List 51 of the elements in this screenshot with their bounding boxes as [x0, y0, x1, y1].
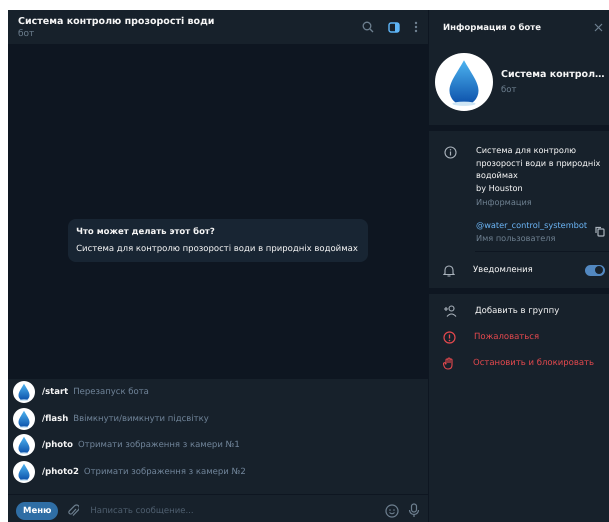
chat-subtitle: бот [18, 28, 36, 38]
add-user-icon [443, 305, 457, 317]
more-icon[interactable] [414, 21, 418, 33]
action-label: Пожаловаться [474, 332, 540, 342]
intro-heading: Что может делать этот бот? [76, 226, 216, 236]
command-description: Ввімкнути/вимкнути підсвітку [73, 414, 209, 424]
command-item[interactable]: /flash Ввімкнути/вимкнути підсвітку [13, 406, 423, 432]
command-name: /flash [42, 414, 68, 424]
username-label: Имя пользователя [476, 233, 556, 243]
panel-title: Информация о боте [443, 22, 541, 32]
close-icon[interactable] [594, 23, 603, 32]
notifications-label: Уведомления [473, 265, 534, 275]
command-item[interactable]: /photo2 Отримати зображення з камери №2 [13, 458, 423, 485]
message-input[interactable]: Написать сообщение... [88, 504, 376, 516]
command-item[interactable]: /photo Отримати зображення з камери №1 [13, 432, 423, 458]
description-label: Информация [476, 197, 533, 207]
command-name: /photo [42, 440, 73, 450]
command-description: Перезапуск бота [73, 387, 149, 398]
hand-icon [443, 356, 455, 370]
copy-icon[interactable] [595, 226, 605, 237]
avatar-icon [13, 408, 35, 430]
emoji-icon[interactable] [385, 504, 399, 518]
command-description: Отримати зображення з камери №2 [84, 466, 246, 477]
avatar-icon [13, 381, 35, 404]
microphone-icon[interactable] [408, 503, 420, 518]
side-panel-icon[interactable] [388, 22, 400, 32]
command-item[interactable]: /start Перезапуск бота [13, 379, 423, 406]
avatar-icon [435, 53, 493, 111]
command-name: /photo2 [42, 466, 79, 477]
warning-circle-icon [443, 330, 456, 344]
menu-button[interactable]: Меню [16, 502, 58, 520]
chat-title: Система контролю прозорості води [18, 16, 216, 26]
panel-action[interactable]: Добавить в группу [429, 298, 609, 324]
action-label: Добавить в группу [475, 306, 560, 316]
panel-action[interactable]: Остановить и блокировать [429, 350, 609, 376]
bell-icon [443, 264, 455, 276]
command-name: /start [42, 387, 68, 398]
paperclip-icon[interactable] [67, 504, 80, 517]
panel-action[interactable]: Пожаловаться [429, 324, 609, 350]
command-description: Отримати зображення з камери №1 [78, 440, 240, 450]
username-link[interactable]: @water_control_systembot [476, 220, 593, 230]
action-label: Остановить и блокировать [473, 358, 594, 368]
avatar-icon [13, 434, 35, 456]
notifications-toggle[interactable] [585, 264, 605, 276]
intro-text: Система для контролю прозорості води в природніх водоймах [76, 244, 358, 254]
bot-name: Система контрол… [501, 69, 605, 80]
avatar-icon [13, 460, 35, 483]
info-icon [444, 146, 457, 159]
bot-description: Система для контролю прозорості води в природніх водоймах by Houston [476, 144, 602, 194]
search-icon[interactable] [362, 21, 374, 33]
bot-subtitle: бот [501, 85, 518, 95]
